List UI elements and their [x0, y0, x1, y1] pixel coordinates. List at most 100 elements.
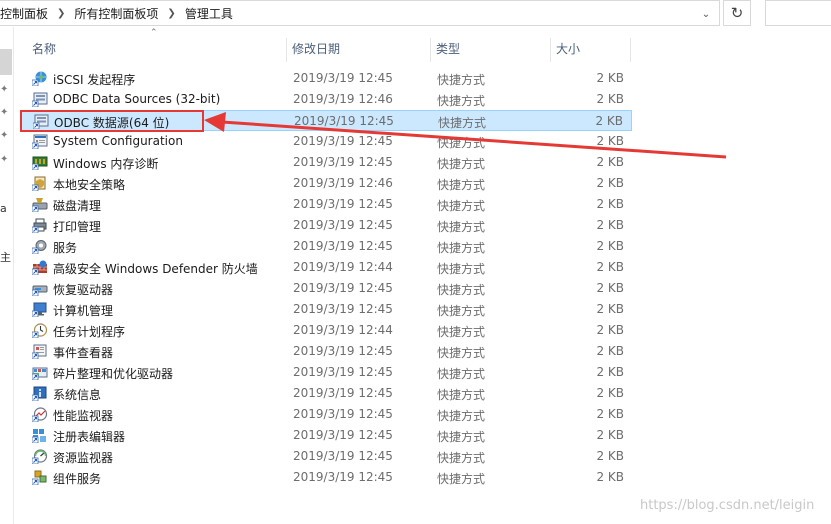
- file-size: 2 KB: [596, 365, 624, 379]
- file-type: 快捷方式: [437, 199, 486, 213]
- file-row[interactable]: 计算机管理 2019/3/19 12:45 快捷方式 2 KB: [20, 299, 632, 320]
- services-gear-icon: [31, 239, 48, 255]
- nav-selected-item[interactable]: [0, 49, 12, 75]
- file-date: 2019/3/19 12:45: [293, 470, 393, 484]
- file-size: 2 KB: [596, 449, 624, 463]
- file-date: 2019/3/19 12:44: [293, 260, 393, 274]
- file-size: 2 KB: [596, 281, 624, 295]
- breadcrumb-all-items[interactable]: 所有控制面板项: [74, 5, 158, 22]
- file-row[interactable]: 性能监视器 2019/3/19 12:45 快捷方式 2 KB: [20, 404, 632, 425]
- address-history-dropdown-icon[interactable]: ⌄: [699, 1, 713, 27]
- file-type: 快捷方式: [437, 220, 486, 234]
- file-date: 2019/3/19 12:44: [293, 323, 393, 337]
- column-type-label: 类型: [436, 41, 461, 56]
- file-date: 2019/3/19 12:46: [293, 92, 393, 106]
- file-row[interactable]: 注册表编辑器 2019/3/19 12:45 快捷方式 2 KB: [20, 425, 632, 446]
- breadcrumb-separator-icon[interactable]: ❯: [167, 8, 175, 19]
- file-type: 快捷方式: [437, 430, 486, 444]
- pin-icon[interactable]: ✦: [0, 85, 10, 95]
- firewall-icon: [31, 260, 48, 276]
- annotation-highlight-box: [20, 110, 204, 132]
- file-size: 2 KB: [596, 428, 624, 442]
- file-row[interactable]: 事件查看器 2019/3/19 12:45 快捷方式 2 KB: [20, 341, 632, 362]
- file-row[interactable]: Windows 内存诊断 2019/3/19 12:45 快捷方式 2 KB: [20, 152, 632, 173]
- file-type: 快捷方式: [437, 346, 486, 360]
- column-type[interactable]: 类型: [430, 34, 550, 62]
- component-services-icon: [31, 470, 48, 486]
- file-row[interactable]: 碎片整理和优化驱动器 2019/3/19 12:45 快捷方式 2 KB: [20, 362, 632, 383]
- column-header: 名称 修改日期 类型 大小: [14, 34, 634, 62]
- file-date: 2019/3/19 12:45: [293, 365, 393, 379]
- file-row[interactable]: System Configuration 2019/3/19 12:45 快捷方式 2…: [20, 131, 632, 152]
- file-row[interactable]: 本地安全策略 2019/3/19 12:46 快捷方式 2 KB: [20, 173, 632, 194]
- file-name: iSCSI 发起程序: [53, 73, 136, 87]
- file-row[interactable]: 打印管理 2019/3/19 12:45 快捷方式 2 KB: [20, 215, 632, 236]
- file-date: 2019/3/19 12:45: [293, 71, 393, 85]
- breadcrumb-control-panel[interactable]: 控制面板: [0, 5, 48, 22]
- file-row[interactable]: 高级安全 Windows Defender 防火墙 2019/3/19 12:44…: [20, 257, 632, 278]
- defrag-icon: [31, 365, 48, 381]
- file-size: 2 KB: [595, 114, 623, 128]
- odbc-icon: [31, 92, 48, 108]
- pin-icon[interactable]: ✦: [0, 131, 10, 141]
- file-type: 快捷方式: [437, 157, 486, 171]
- file-row[interactable]: 恢复驱动器 2019/3/19 12:45 快捷方式 2 KB: [20, 278, 632, 299]
- file-size: 2 KB: [596, 92, 624, 106]
- column-size[interactable]: 大小: [550, 34, 630, 62]
- column-date-label: 修改日期: [292, 41, 341, 56]
- file-row[interactable]: ODBC Data Sources (32-bit) 2019/3/19 12:4…: [20, 89, 632, 110]
- refresh-button[interactable]: ↻: [723, 0, 751, 26]
- file-date: 2019/3/19 12:45: [293, 344, 393, 358]
- file-row[interactable]: 系统信息 2019/3/19 12:45 快捷方式 2 KB: [20, 383, 632, 404]
- file-date: 2019/3/19 12:45: [293, 428, 393, 442]
- file-date: 2019/3/19 12:45: [293, 218, 393, 232]
- file-type: 快捷方式: [437, 178, 486, 192]
- file-type: 快捷方式: [437, 304, 486, 318]
- file-row[interactable]: 资源监视器 2019/3/19 12:45 快捷方式 2 KB: [20, 446, 632, 467]
- column-date[interactable]: 修改日期: [286, 34, 430, 62]
- file-type: 快捷方式: [437, 136, 486, 150]
- address-bar[interactable]: 控制面板 ❯ 所有控制面板项 ❯ 管理工具 ⌄: [0, 0, 720, 26]
- breadcrumb-separator-icon[interactable]: ❯: [57, 8, 65, 19]
- registry-editor-icon: [31, 428, 48, 444]
- column-divider[interactable]: [630, 38, 631, 62]
- breadcrumb: 控制面板 ❯ 所有控制面板项 ❯ 管理工具: [0, 1, 233, 25]
- file-row[interactable]: 任务计划程序 2019/3/19 12:44 快捷方式 2 KB: [20, 320, 632, 341]
- navigation-pane[interactable]: ✦ ✦ ✦ ✦ a 主: [0, 27, 14, 524]
- file-size: 2 KB: [596, 386, 624, 400]
- security-policy-icon: [31, 176, 48, 192]
- file-type: 快捷方式: [438, 116, 487, 130]
- performance-monitor-icon: [31, 407, 48, 423]
- file-type: 快捷方式: [437, 241, 486, 255]
- file-size: 2 KB: [596, 407, 624, 421]
- file-date: 2019/3/19 12:45: [293, 134, 393, 148]
- column-name-label: 名称: [32, 41, 57, 56]
- pin-icon[interactable]: ✦: [0, 155, 10, 165]
- column-name[interactable]: 名称: [26, 34, 286, 62]
- breadcrumb-admin-tools[interactable]: 管理工具: [185, 5, 233, 22]
- computer-management-icon: [31, 302, 48, 318]
- file-name: 打印管理: [53, 220, 102, 234]
- file-row[interactable]: iSCSI 发起程序 2019/3/19 12:45 快捷方式 2 KB: [20, 68, 632, 89]
- file-type: 快捷方式: [437, 409, 486, 423]
- file-size: 2 KB: [596, 134, 624, 148]
- search-input[interactable]: [765, 0, 831, 26]
- file-size: 2 KB: [596, 470, 624, 484]
- file-size: 2 KB: [596, 323, 624, 337]
- file-name: 资源监视器: [53, 451, 114, 465]
- file-row[interactable]: 服务 2019/3/19 12:45 快捷方式 2 KB: [20, 236, 632, 257]
- file-type: 快捷方式: [437, 388, 486, 402]
- file-row[interactable]: 组件服务 2019/3/19 12:45 快捷方式 2 KB: [20, 467, 632, 488]
- file-date: 2019/3/19 12:46: [293, 176, 393, 190]
- task-scheduler-icon: [31, 323, 48, 339]
- disk-cleanup-icon: [31, 197, 48, 213]
- sort-ascending-icon: ⌃: [150, 28, 158, 38]
- file-row[interactable]: 磁盘清理 2019/3/19 12:45 快捷方式 2 KB: [20, 194, 632, 215]
- file-name: 服务: [53, 241, 78, 255]
- file-date: 2019/3/19 12:45: [293, 239, 393, 253]
- event-viewer-icon: [31, 344, 48, 360]
- pin-icon[interactable]: ✦: [0, 108, 10, 118]
- file-date: 2019/3/19 12:45: [293, 407, 393, 421]
- nav-item-fragment[interactable]: a: [0, 202, 7, 215]
- nav-item-fragment[interactable]: 主: [0, 249, 11, 265]
